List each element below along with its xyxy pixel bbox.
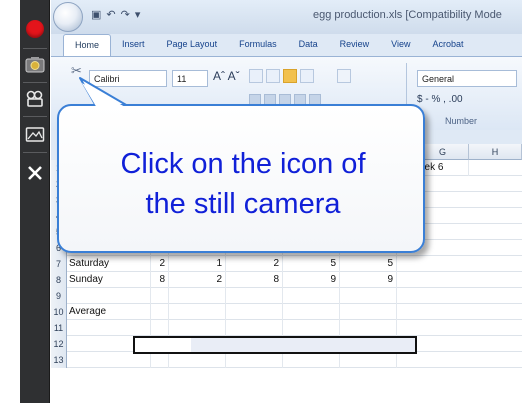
screen-capture-button[interactable]: [20, 120, 50, 150]
value-cell[interactable]: 8: [112, 272, 169, 288]
value-cell[interactable]: 9: [340, 272, 397, 288]
table-row: 9: [51, 288, 522, 304]
value-cell[interactable]: [283, 352, 340, 368]
value-cell[interactable]: [169, 320, 226, 336]
title-bar: ▣ ↶ ↷ ▾ egg production.xls [Compatibilit…: [51, 0, 522, 34]
value-cell[interactable]: [226, 288, 283, 304]
tab-home[interactable]: Home: [63, 34, 112, 56]
tab-data[interactable]: Data: [288, 34, 329, 56]
video-camera-button[interactable]: [20, 84, 50, 114]
toolbar-divider: [23, 82, 47, 83]
table-row: 8 Sunday 8 2 8 9 9: [51, 272, 522, 288]
tab-insert[interactable]: Insert: [111, 34, 156, 56]
still-camera-button[interactable]: [20, 50, 50, 80]
tab-review[interactable]: Review: [329, 34, 381, 56]
toolbar-divider: [23, 48, 47, 49]
undo-icon[interactable]: ↶: [106, 8, 115, 21]
grow-shrink-font-icon[interactable]: Aˆ Aˇ: [213, 69, 240, 83]
active-cell: [135, 338, 191, 352]
quick-access-toolbar: ▣ ↶ ↷ ▾: [91, 8, 140, 21]
align-center-icon[interactable]: [266, 69, 280, 83]
toolbar-divider: [23, 116, 47, 117]
value-cell[interactable]: [340, 352, 397, 368]
close-button[interactable]: [20, 158, 50, 188]
office-button[interactable]: [53, 2, 83, 32]
ribbon-tabs: Home Insert Page Layout Formulas Data Re…: [63, 34, 475, 56]
row-header[interactable]: 7: [51, 256, 67, 272]
callout-text: Click on the icon of the still camera: [59, 144, 427, 224]
row-header[interactable]: 9: [51, 288, 67, 304]
record-icon: [26, 20, 44, 38]
table-row: 7 Saturday 2 1 2 5 5: [51, 256, 522, 272]
value-cell[interactable]: [112, 288, 169, 304]
value-cell[interactable]: [112, 352, 169, 368]
value-cell[interactable]: 2: [226, 256, 283, 272]
number-group-label: Number: [445, 116, 478, 126]
record-button[interactable]: [20, 14, 50, 44]
value-cell[interactable]: [340, 304, 397, 320]
row-header[interactable]: 13: [51, 352, 67, 368]
column-header-h[interactable]: H: [469, 144, 522, 160]
value-cell[interactable]: [226, 320, 283, 336]
tab-acrobat[interactable]: Acrobat: [421, 34, 474, 56]
selected-range[interactable]: [133, 336, 417, 354]
value-cell[interactable]: [340, 320, 397, 336]
value-cell[interactable]: [226, 304, 283, 320]
cut-icon[interactable]: ✂: [71, 63, 82, 79]
row-header[interactable]: 11: [51, 320, 67, 336]
value-cell[interactable]: 8: [226, 272, 283, 288]
value-cell[interactable]: 2: [169, 272, 226, 288]
value-cell[interactable]: 5: [283, 256, 340, 272]
tab-formulas[interactable]: Formulas: [228, 34, 288, 56]
row-header[interactable]: 10: [51, 304, 67, 320]
tab-page-layout[interactable]: Page Layout: [156, 34, 229, 56]
value-cell[interactable]: 5: [340, 256, 397, 272]
value-cell[interactable]: [340, 288, 397, 304]
tab-view[interactable]: View: [380, 34, 421, 56]
number-format-select[interactable]: General: [417, 70, 517, 87]
wrap-text-icon[interactable]: [337, 69, 351, 83]
value-cell[interactable]: [112, 304, 169, 320]
alignment-icons: [249, 69, 314, 83]
fill-color-icon[interactable]: [283, 69, 297, 83]
save-icon[interactable]: ▣: [91, 8, 101, 21]
value-cell[interactable]: [283, 304, 340, 320]
screen-capture-icon: [25, 127, 45, 142]
instruction-callout: Click on the icon of the still camera: [57, 104, 425, 253]
font-name-select[interactable]: Calibri: [89, 70, 167, 87]
value-cell[interactable]: [226, 352, 283, 368]
video-camera-icon: [26, 90, 43, 107]
row-header[interactable]: 12: [51, 336, 67, 352]
value-cell[interactable]: 2: [112, 256, 169, 272]
align-left-icon[interactable]: [249, 69, 263, 83]
value-cell[interactable]: [112, 320, 169, 336]
window-title: egg production.xls [Compatibility Mode: [313, 9, 502, 21]
row-header[interactable]: 8: [51, 272, 67, 288]
value-cell[interactable]: [169, 352, 226, 368]
value-cell[interactable]: [169, 288, 226, 304]
toolbar-divider: [23, 152, 47, 153]
orientation-icon[interactable]: [300, 69, 314, 83]
callout-line-2: the still camera: [145, 188, 341, 220]
table-row: 13: [51, 352, 522, 368]
still-camera-icon: [25, 57, 45, 73]
value-cell[interactable]: [283, 320, 340, 336]
close-icon: [28, 166, 42, 180]
customize-icon[interactable]: ▾: [135, 8, 141, 21]
value-cell[interactable]: [283, 288, 340, 304]
table-row: 11: [51, 320, 522, 336]
font-size-select[interactable]: 11: [172, 70, 208, 87]
value-cell[interactable]: 9: [283, 272, 340, 288]
redo-icon[interactable]: ↷: [121, 8, 130, 21]
number-format-buttons[interactable]: $ - % , .00: [417, 94, 463, 105]
recorder-toolbar: [20, 0, 50, 403]
table-row: 10 Average: [51, 304, 522, 320]
value-cell[interactable]: 1: [169, 256, 226, 272]
callout-line-1: Click on the icon of: [120, 148, 366, 180]
value-cell[interactable]: [169, 304, 226, 320]
